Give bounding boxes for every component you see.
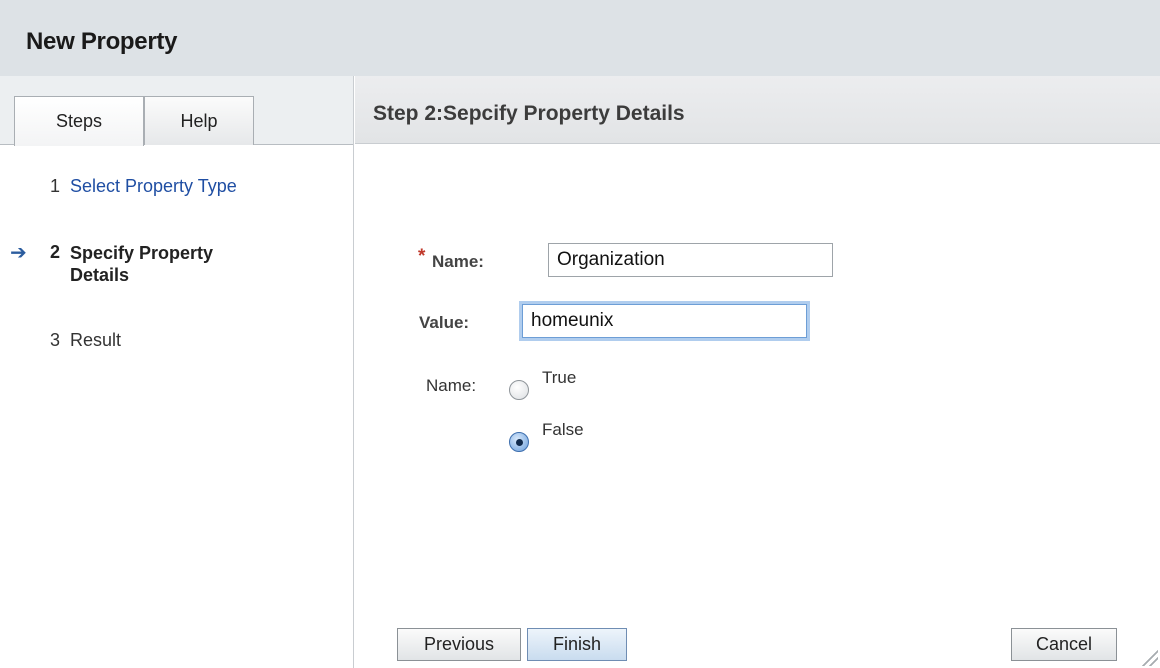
value-input[interactable]: [522, 304, 807, 338]
title-bar: New Property: [0, 0, 1160, 76]
required-marker: *: [418, 246, 426, 267]
step-number: 1: [50, 176, 61, 196]
step-header: Step 2:Sepcify Property Details: [355, 76, 1160, 144]
wizard-steps-panel: Steps Help 1 Select Property Type ➔ 2 Sp…: [0, 76, 354, 668]
resize-grip-icon[interactable]: [1140, 648, 1158, 666]
previous-button[interactable]: Previous: [397, 628, 521, 661]
current-step-arrow-icon: ➔: [10, 242, 27, 264]
radio-true[interactable]: [509, 380, 529, 400]
step-number: 3: [50, 330, 61, 350]
boolean-label: Name:: [426, 376, 477, 395]
radio-false[interactable]: [509, 432, 529, 452]
radio-true-label[interactable]: True: [542, 368, 576, 388]
value-label: Value:: [419, 313, 470, 332]
tab-steps[interactable]: Steps: [14, 96, 144, 146]
step-link-select-property-type[interactable]: Select Property Type: [70, 176, 237, 197]
window-title: New Property: [26, 28, 178, 55]
step-heading: Step 2:Sepcify Property Details: [373, 102, 685, 125]
radio-false-label[interactable]: False: [542, 420, 584, 440]
cancel-button[interactable]: Cancel: [1011, 628, 1117, 661]
tab-strip: Steps Help: [0, 76, 353, 146]
step-number: 2: [50, 242, 61, 262]
step-label-specify-property-details: Specify Property Details: [70, 243, 214, 285]
tab-help[interactable]: Help: [144, 96, 254, 145]
name-input[interactable]: [548, 243, 833, 277]
finish-button[interactable]: Finish: [527, 628, 627, 661]
step-label-result: Result: [70, 330, 122, 350]
name-label: Name:: [432, 252, 484, 271]
